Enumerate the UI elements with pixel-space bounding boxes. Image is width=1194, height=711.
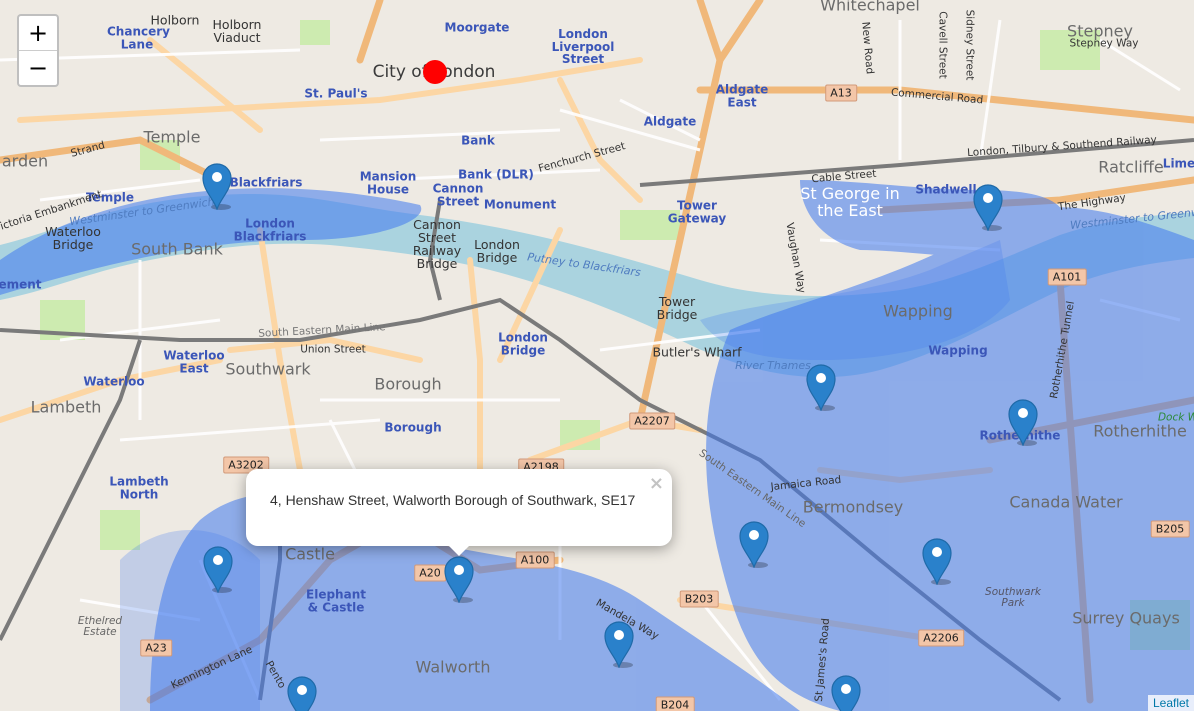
map-marker[interactable] — [201, 162, 233, 211]
map-label-arden: arden — [1, 151, 49, 171]
map-label-waterloo-bridge: Waterloo Bridge — [45, 223, 101, 252]
map-label-borough-station: Borough — [384, 420, 442, 435]
zoom-in-button[interactable]: + — [19, 16, 57, 50]
map-marker-icon — [739, 521, 769, 569]
map-label-union-street: Union Street — [300, 343, 366, 356]
map-label-limehouse: Lime — [1162, 156, 1194, 171]
map-label-mansion-house: Mansion House — [359, 169, 417, 196]
map-marker[interactable] — [738, 520, 770, 569]
map-label-liverpool-street: London Liverpool Street — [551, 27, 615, 67]
map-label-walworth: Walworth — [415, 657, 491, 677]
map-marker[interactable] — [805, 363, 837, 412]
map-label-wapping: Wapping — [883, 301, 953, 321]
road-shield-b205: B205 — [1150, 520, 1190, 538]
map-label-ratcliffe: Ratcliffe — [1098, 157, 1164, 177]
map-label-southwark: Southwark — [225, 359, 311, 379]
road-shield-a2207: A2207 — [629, 412, 675, 430]
map-marker[interactable] — [603, 620, 635, 669]
map-label-sidney-street: Sidney Street — [963, 9, 976, 81]
map-marker-icon — [1008, 399, 1038, 447]
map-label-canada-water: Canada Water — [1009, 492, 1123, 512]
map-label-tower-bridge: Tower Bridge — [656, 293, 698, 322]
map-label-river-thames: River Thames — [735, 359, 811, 373]
marker-popup: 4, Henshaw Street, Walworth Borough of S… — [246, 469, 672, 556]
map-canvas[interactable]: City of London Whitechapel Stepney Stepn… — [0, 0, 1194, 711]
map-marker-icon — [831, 675, 861, 711]
map-marker[interactable] — [443, 555, 475, 604]
map-label-ethelred-estate: Ethelred Estate — [77, 614, 123, 638]
map-label-lambeth-north: Lambeth North — [109, 474, 169, 501]
road-shield-b203: B203 — [679, 590, 719, 608]
zoom-control: + − — [17, 14, 59, 87]
map-marker-icon — [444, 556, 474, 604]
map-label-lambeth: Lambeth — [30, 397, 102, 417]
map-marker[interactable] — [286, 675, 318, 711]
map-label-cannon-street: Cannon Street — [432, 181, 484, 208]
map-label-st-george-in-the-east: St George in the East — [800, 184, 900, 220]
map-marker-icon — [806, 364, 836, 412]
map-marker[interactable] — [830, 674, 862, 711]
map-label-holborn-viaduct: Holborn Viaduct — [212, 16, 262, 45]
road-shield-a201: A20 — [414, 564, 446, 582]
road-shield-a23: A23 — [140, 639, 172, 657]
map-label-london-bridge-station: London Bridge — [498, 330, 548, 357]
road-shield-a101: A101 — [1047, 268, 1087, 286]
map-label-south-bank: South Bank — [131, 239, 223, 259]
road-shield-a13: A13 — [825, 84, 857, 102]
map-marker[interactable] — [921, 537, 953, 586]
map-label-london-blackfriars: London Blackfriars — [233, 216, 307, 243]
map-marker[interactable] — [202, 545, 234, 594]
map-label-bank: Bank — [461, 133, 495, 148]
map-label-shadwell: Shadwell — [915, 182, 977, 197]
zoom-out-button[interactable]: − — [19, 50, 57, 85]
map-label-moorgate: Moorgate — [444, 20, 510, 35]
popup-tip — [448, 545, 470, 556]
map-label-stepney-way: Stepney Way — [1069, 37, 1139, 50]
map-label-bermondsey: Bermondsey — [802, 497, 904, 517]
map-label-aldgate-east: Aldgate East — [715, 82, 769, 109]
map-label-chancery-lane: Chancery Lane — [107, 24, 170, 51]
attribution-link[interactable]: Leaflet — [1147, 695, 1194, 711]
map-label-temple: Temple — [143, 127, 201, 147]
map-marker-icon — [203, 546, 233, 594]
road-shield-b204: B204 — [655, 696, 695, 711]
map-label-tower-gateway: Tower Gateway — [667, 198, 727, 225]
map-label-rotherhithe: Rotherhithe — [1093, 421, 1187, 441]
popup-address-text: 4, Henshaw Street, Walworth Borough of S… — [270, 492, 636, 508]
map-label-butlers-wharf: Butler's Wharf — [652, 344, 742, 360]
popup-close-button[interactable]: × — [649, 473, 664, 494]
map-label-waterloo: Waterloo — [83, 374, 145, 389]
map-label-surrey-quays: Surrey Quays — [1072, 608, 1180, 628]
map-marker-icon — [604, 621, 634, 669]
map-label-dock: Dock W — [1157, 411, 1194, 424]
map-marker[interactable] — [972, 183, 1004, 232]
map-label-cavell-street: Cavell Street — [936, 11, 949, 79]
map-marker-icon — [973, 184, 1003, 232]
map-label-london-bridge: London Bridge — [474, 236, 520, 265]
map-label-wapping-station: Wapping — [928, 343, 988, 358]
map-label-castle: Castle — [285, 544, 335, 564]
current-location-dot[interactable] — [423, 60, 447, 84]
map-label-whitechapel: Whitechapel — [820, 0, 920, 15]
map-label-southwark-park: Southwark Park — [985, 585, 1041, 609]
map-label-elephant-castle: Elephant & Castle — [306, 587, 366, 614]
road-shield-a2206: A2206 — [918, 629, 964, 647]
map-marker-icon — [922, 538, 952, 586]
map-label-borough: Borough — [374, 374, 442, 394]
map-marker-icon — [287, 676, 317, 711]
map-label-aldgate: Aldgate — [643, 114, 697, 129]
map-marker-icon — [202, 163, 232, 211]
map-marker[interactable] — [1007, 398, 1039, 447]
map-label-ement: ement — [0, 277, 42, 292]
map-label-waterloo-east: Waterloo East — [163, 348, 225, 375]
map-label-monument: Monument — [483, 197, 557, 212]
map-label-bank-dlr: Bank (DLR) — [458, 167, 534, 182]
map-label-cannon-street-railway-bridge: Cannon Street Railway Bridge — [412, 216, 462, 272]
road-shield-a100: A100 — [515, 551, 555, 569]
map-label-blackfriars: Blackfriars — [229, 175, 303, 190]
map-label-st-pauls: St. Paul's — [304, 86, 368, 101]
